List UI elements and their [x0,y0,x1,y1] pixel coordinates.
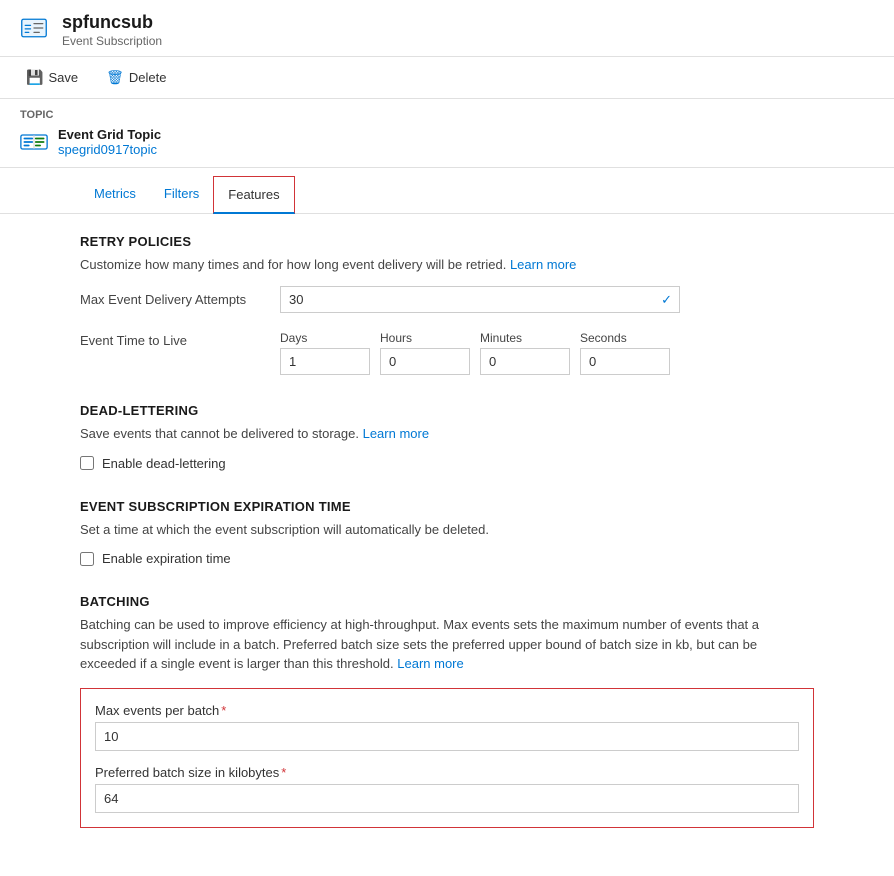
topic-content: Event Grid Topic spegrid0917topic [20,127,874,157]
days-input[interactable] [280,348,370,375]
batch-size-field: Preferred batch size in kilobytes* [95,765,799,813]
batching-title: BATCHING [80,594,814,609]
dead-letter-checkbox[interactable] [80,456,94,470]
retry-policies-desc: Customize how many times and for how lon… [80,255,814,275]
dead-lettering-desc: Save events that cannot be delivered to … [80,424,814,444]
batching-fields-box: Max events per batch* Preferred batch si… [80,688,814,828]
expiration-section: EVENT SUBSCRIPTION EXPIRATION TIME Set a… [80,499,814,567]
max-events-field: Max events per batch* [95,703,799,751]
retry-policies-section: RETRY POLICIES Customize how many times … [80,234,814,376]
hours-label: Hours [380,331,470,345]
toolbar: 💾 Save 🗑 Delete [0,57,894,99]
topic-label: TOPIC [20,109,874,121]
batching-learn-more-link[interactable]: Learn more [397,656,463,671]
topic-section: TOPIC Event Grid Topic spegrid0917topic [0,99,894,168]
batching-desc: Batching can be used to improve efficien… [80,615,814,674]
topic-name-link[interactable]: spegrid0917topic [58,142,157,157]
minutes-label: Minutes [480,331,570,345]
max-attempts-row: Max Event Delivery Attempts 30 [80,286,814,313]
max-events-label: Max events per batch* [95,703,799,718]
event-grid-topic-icon [20,128,48,156]
event-ttl-label: Event Time to Live [80,327,260,348]
max-attempts-select-wrapper: 30 [280,286,680,313]
expiration-checkbox-row: Enable expiration time [80,551,814,566]
max-attempts-input-group: 30 [280,286,680,313]
batch-size-input[interactable] [95,784,799,813]
hours-input[interactable] [380,348,470,375]
dead-letter-checkbox-row: Enable dead-lettering [80,456,814,471]
topic-type: Event Grid Topic [58,127,161,142]
hours-field: Hours [380,331,470,375]
max-attempts-label: Max Event Delivery Attempts [80,286,260,307]
tab-metrics[interactable]: Metrics [80,176,150,213]
minutes-input[interactable] [480,348,570,375]
dead-lettering-section: DEAD-LETTERING Save events that cannot b… [80,403,814,471]
batch-size-required: * [281,765,286,780]
tab-features[interactable]: Features [213,176,294,214]
page-title: spfuncsub [62,12,162,34]
dead-letter-learn-more-link[interactable]: Learn more [363,426,429,441]
expiration-checkbox[interactable] [80,552,94,566]
main-content: RETRY POLICIES Customize how many times … [0,214,894,876]
max-attempts-select[interactable]: 30 [280,286,680,313]
dead-lettering-title: DEAD-LETTERING [80,403,814,418]
seconds-field: Seconds [580,331,670,375]
event-subscription-icon [20,14,52,46]
days-field: Days [280,331,370,375]
tab-filters[interactable]: Filters [150,176,213,213]
time-fields-group: Days Hours Minutes Seconds [280,327,670,375]
max-events-input[interactable] [95,722,799,751]
event-ttl-row: Event Time to Live Days Hours Minutes [80,327,814,375]
delete-icon: 🗑 [106,69,124,86]
dead-letter-checkbox-label: Enable dead-lettering [102,456,226,471]
time-fields: Days Hours Minutes Seconds [280,331,670,375]
seconds-label: Seconds [580,331,670,345]
batch-size-label: Preferred batch size in kilobytes* [95,765,799,780]
tab-bar: Metrics Filters Features [0,176,894,214]
retry-policies-title: RETRY POLICIES [80,234,814,249]
save-button[interactable]: 💾 Save [20,65,84,90]
max-events-required: * [221,703,226,718]
days-label: Days [280,331,370,345]
batching-section: BATCHING Batching can be used to improve… [80,594,814,828]
delete-button[interactable]: 🗑 Delete [100,65,172,90]
seconds-input[interactable] [580,348,670,375]
minutes-field: Minutes [480,331,570,375]
page-header: spfuncsub Event Subscription [0,0,894,57]
header-text: spfuncsub Event Subscription [62,12,162,48]
expiration-title: EVENT SUBSCRIPTION EXPIRATION TIME [80,499,814,514]
topic-details: Event Grid Topic spegrid0917topic [58,127,161,157]
page-subtitle: Event Subscription [62,34,162,48]
expiration-desc: Set a time at which the event subscripti… [80,520,814,540]
retry-learn-more-link[interactable]: Learn more [510,257,576,272]
expiration-checkbox-label: Enable expiration time [102,551,231,566]
save-icon: 💾 [26,69,43,86]
